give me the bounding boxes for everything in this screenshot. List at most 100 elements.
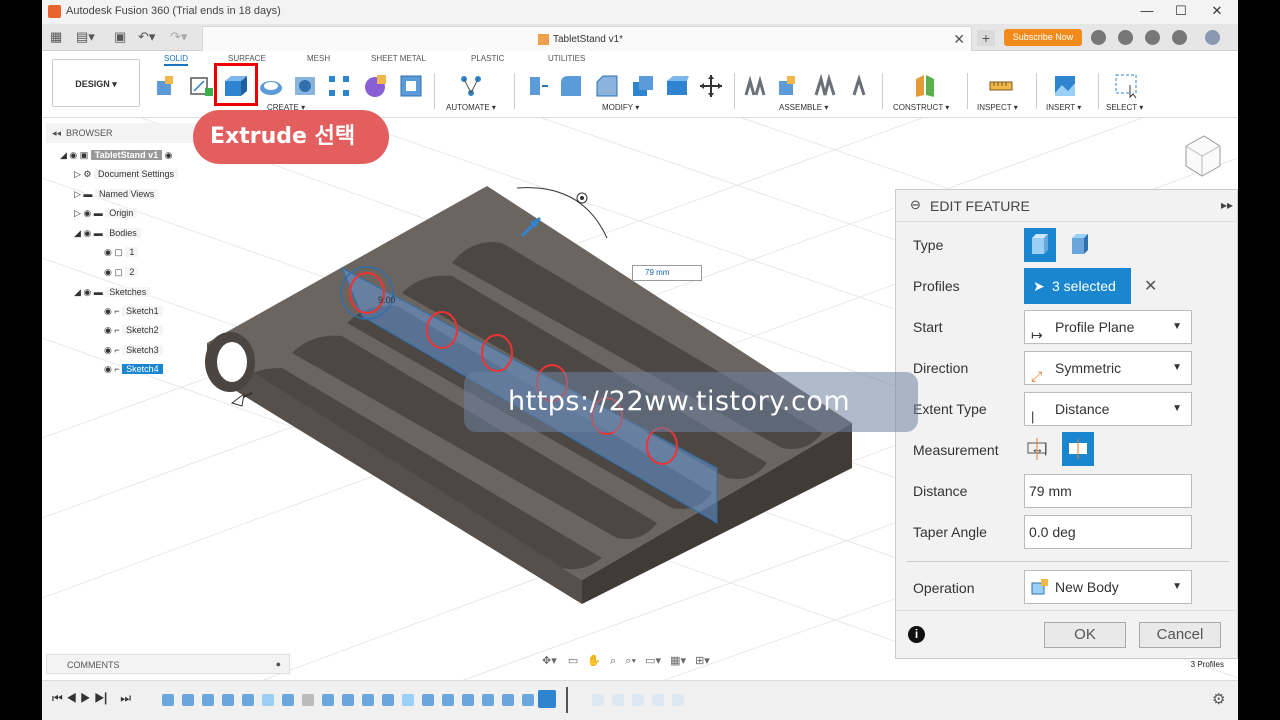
workspace-switcher[interactable]: DESIGN ▾ <box>52 59 140 107</box>
as-built-joint-icon[interactable] <box>812 73 838 99</box>
tab-mesh[interactable]: MESH <box>307 54 330 63</box>
timeline-feature[interactable] <box>462 694 474 706</box>
file-menu-icon[interactable]: ▤▾ <box>76 29 95 45</box>
tree-item-sketch2[interactable]: ◉ ⌐ Sketch2 <box>104 323 163 338</box>
timeline-feature[interactable] <box>482 694 494 706</box>
tree-item-document-settings[interactable]: ▷ ⚙ Document Settings <box>74 167 179 182</box>
timeline-settings-icon[interactable]: ⚙ <box>1212 690 1225 708</box>
tab-plastic[interactable]: PLASTIC <box>471 54 504 63</box>
tree-item-sketch1[interactable]: ◉ ⌐ Sketch1 <box>104 304 163 319</box>
tree-item-body-2[interactable]: ◉ ▢ 2 <box>104 265 139 280</box>
group-construct[interactable]: CONSTRUCT ▾ <box>893 103 949 112</box>
timeline-feature[interactable] <box>652 694 664 706</box>
pattern-icon[interactable] <box>326 73 352 99</box>
timeline-feature[interactable] <box>262 694 274 706</box>
hole-icon[interactable] <box>292 73 318 99</box>
ok-button[interactable]: OK <box>1044 622 1126 648</box>
new-component-icon[interactable] <box>154 73 180 99</box>
save-icon[interactable]: ▣ <box>114 29 126 45</box>
measure-icon[interactable] <box>988 73 1014 99</box>
timeline-feature[interactable] <box>182 694 194 706</box>
tree-item-sketch3[interactable]: ◉ ⌐ Sketch3 <box>104 343 163 358</box>
press-pull-icon[interactable] <box>524 73 550 99</box>
tree-item-body-1[interactable]: ◉ ▢ 1 <box>104 245 139 260</box>
tab-sheet-metal[interactable]: SHEET METAL <box>371 54 426 63</box>
taper-angle-input[interactable]: 0.0 deg <box>1024 515 1192 549</box>
group-select[interactable]: SELECT ▾ <box>1106 103 1143 112</box>
timeline-feature[interactable] <box>222 694 234 706</box>
subscribe-button[interactable]: Subscribe Now <box>1004 29 1082 46</box>
profiles-selection-button[interactable]: ➤ 3 selected <box>1024 268 1131 304</box>
joint-icon[interactable] <box>742 73 768 99</box>
close-window-button[interactable]: ✕ <box>1202 3 1232 19</box>
timeline-feature[interactable] <box>592 694 604 706</box>
zoom-window-icon[interactable]: ⌕▾ <box>625 655 636 667</box>
minimize-button[interactable]: — <box>1132 3 1162 18</box>
measurement-option-2-icon[interactable] <box>1062 432 1094 466</box>
distance-input-box[interactable]: 79 mm <box>632 265 702 281</box>
collapse-icon[interactable]: ⊖ <box>910 197 921 213</box>
timeline-feature[interactable] <box>302 694 314 706</box>
cancel-button[interactable]: Cancel <box>1139 622 1221 648</box>
viewports-icon[interactable]: ⊞▾ <box>695 655 710 667</box>
extensions-icon[interactable] <box>1091 30 1106 45</box>
fillet-icon[interactable] <box>558 73 584 99</box>
direction-dropdown[interactable]: ⤢ Symmetric ▼ <box>1024 351 1192 385</box>
revolve-icon[interactable] <box>258 73 284 99</box>
grid-menu-icon[interactable]: ▦ <box>50 29 62 45</box>
info-icon[interactable]: i <box>908 626 925 643</box>
timeline-feature[interactable] <box>202 694 214 706</box>
derive-icon[interactable] <box>398 73 424 99</box>
job-status-icon[interactable] <box>1118 30 1133 45</box>
insert-image-icon[interactable] <box>1052 73 1078 99</box>
document-tab[interactable]: TabletStand v1* ✕ <box>202 26 972 51</box>
timeline-marker[interactable] <box>566 687 568 713</box>
tree-item-origin[interactable]: ▷ ◉ ▬ Origin <box>74 206 138 221</box>
new-component-assemble-icon[interactable] <box>776 73 802 99</box>
close-tab-icon[interactable]: ✕ <box>953 31 965 48</box>
timeline-feature[interactable] <box>422 694 434 706</box>
zoom-icon[interactable]: ⌕ <box>610 655 616 667</box>
orbit-icon[interactable]: ✥▾ <box>542 655 557 667</box>
measurement-option-1-icon[interactable] <box>1024 434 1052 464</box>
display-settings-icon[interactable]: ▭▾ <box>645 655 661 667</box>
maximize-button[interactable]: ☐ <box>1166 3 1196 19</box>
operation-dropdown[interactable]: New Body ▼ <box>1024 570 1192 604</box>
timeline-feature[interactable] <box>612 694 624 706</box>
create-sketch-icon[interactable] <box>188 73 214 99</box>
select-icon[interactable] <box>1114 73 1140 99</box>
extent-type-dropdown[interactable]: |↔| Distance ▼ <box>1024 392 1192 456</box>
timeline-feature[interactable] <box>282 694 294 706</box>
undo-icon[interactable]: ↶▾ <box>138 29 155 45</box>
tab-utilities[interactable]: UTILITIES <box>548 54 585 63</box>
timeline-feature[interactable] <box>162 694 174 706</box>
timeline-feature[interactable] <box>522 694 534 706</box>
automate-icon[interactable] <box>458 73 484 99</box>
tree-root[interactable]: ◢ ◉ ▣ TabletStand v1 ◉ <box>60 148 173 163</box>
timeline-feature[interactable] <box>672 694 684 706</box>
combine-icon[interactable] <box>664 73 690 99</box>
create-form-icon[interactable] <box>362 73 388 99</box>
construct-plane-icon[interactable] <box>912 73 938 99</box>
grid-settings-icon[interactable]: ▦▾ <box>670 655 686 667</box>
group-insert[interactable]: INSERT ▾ <box>1046 103 1081 112</box>
tree-item-named-views[interactable]: ▷ ▬ Named Views <box>74 187 159 202</box>
help-icon[interactable] <box>1172 30 1187 45</box>
distance-input[interactable]: 79 mm <box>1024 474 1192 508</box>
timeline-feature[interactable] <box>502 694 514 706</box>
timeline-feature[interactable] <box>322 694 334 706</box>
tab-surface[interactable]: SURFACE <box>228 54 266 63</box>
timeline-feature[interactable] <box>382 694 394 706</box>
timeline-feature[interactable] <box>402 694 414 706</box>
group-modify[interactable]: MODIFY ▾ <box>602 103 639 112</box>
user-avatar[interactable] <box>1205 30 1220 45</box>
group-assemble[interactable]: ASSEMBLE ▾ <box>779 103 828 112</box>
chamfer-icon[interactable] <box>594 73 620 99</box>
clear-selection-icon[interactable]: ✕ <box>1144 276 1157 296</box>
type-extrude-icon[interactable] <box>1024 228 1056 262</box>
notifications-icon[interactable] <box>1145 30 1160 45</box>
group-inspect[interactable]: INSPECT ▾ <box>977 103 1018 112</box>
look-at-icon[interactable]: ▭ <box>568 655 578 667</box>
joint-origin-icon[interactable] <box>848 73 874 99</box>
timeline-feature[interactable] <box>242 694 254 706</box>
